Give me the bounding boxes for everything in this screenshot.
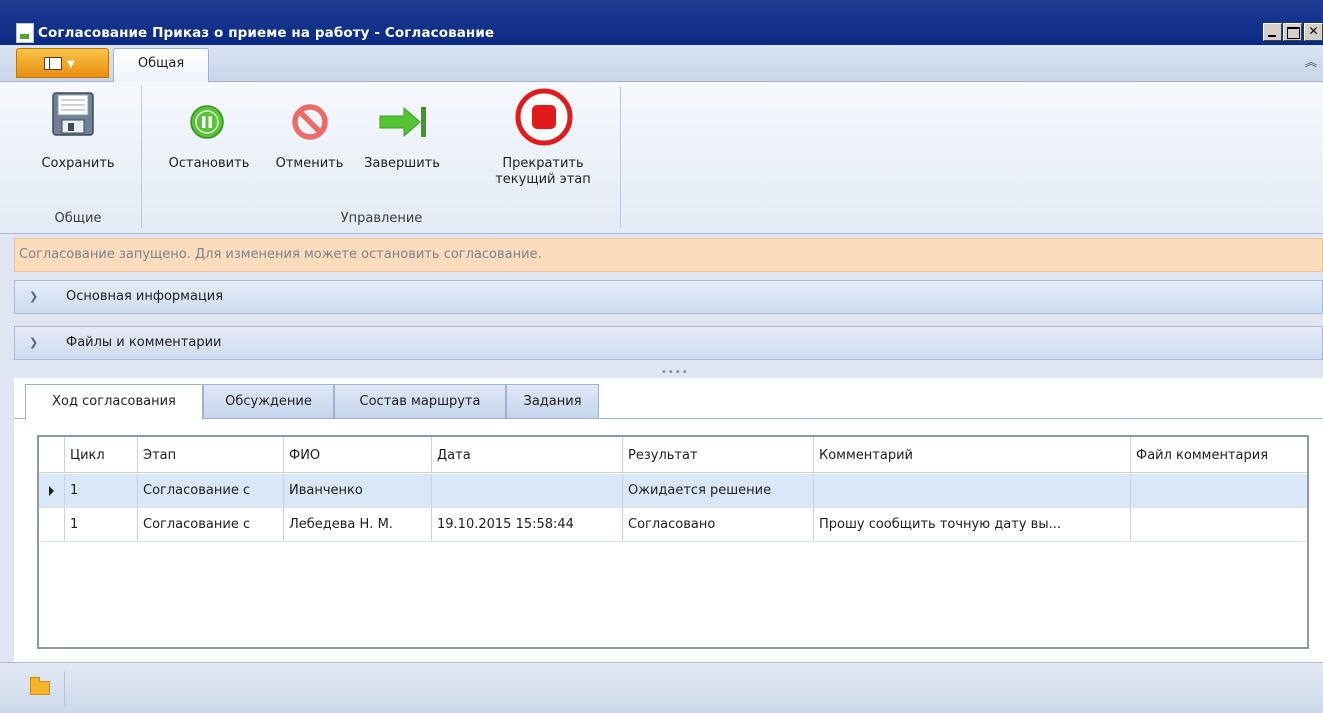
pause-icon	[190, 105, 224, 139]
minimize-button[interactable]	[1263, 23, 1282, 41]
stop-button[interactable]: Остановить	[154, 82, 264, 202]
approval-grid[interactable]: Цикл Этап ФИО Дата Результат Комментарий…	[37, 435, 1309, 649]
cell-date: 19.10.2015 15:58:44	[432, 508, 623, 541]
cell-stage: Согласование с	[138, 474, 284, 507]
row-indicator	[39, 474, 65, 507]
arrow-to-end-icon	[379, 106, 426, 138]
ribbon-group-general: Сохранить Общие	[14, 82, 142, 232]
finish-button[interactable]: Завершить	[354, 82, 450, 202]
group-label-general: Общие	[54, 211, 102, 226]
column-header-result[interactable]: Результат	[623, 437, 814, 472]
panel-files-comments[interactable]: ❯ Файлы и комментарии	[14, 326, 1323, 360]
terminate-stage-button[interactable]: Прекратить текущий этап	[484, 82, 602, 202]
cell-result: Согласовано	[623, 508, 814, 541]
stop-circle-icon	[515, 88, 573, 146]
close-button[interactable]: ✕	[1304, 23, 1323, 41]
stop-label: Остановить	[168, 156, 250, 171]
group-separator	[620, 86, 621, 228]
chevron-down-icon: ❯	[29, 290, 39, 303]
table-row[interactable]: 1 Согласование с Иванченко Ожидается реш…	[39, 474, 1307, 508]
status-bar	[0, 662, 1323, 713]
terminate-label-line2: текущий этап	[495, 172, 591, 187]
collapse-ribbon-icon[interactable]: ︽	[1305, 53, 1319, 69]
document-app-icon	[16, 23, 34, 43]
save-button[interactable]: Сохранить	[14, 82, 142, 202]
cell-result: Ожидается решение	[623, 474, 814, 507]
cell-comment-file	[1131, 474, 1307, 507]
column-header-stage[interactable]: Этап	[138, 437, 284, 472]
cell-name: Иванченко	[284, 474, 432, 507]
column-header-name[interactable]: ФИО	[284, 437, 432, 472]
cell-stage: Согласование с	[138, 508, 284, 541]
column-header-date[interactable]: Дата	[432, 437, 623, 472]
cell-cycle: 1	[65, 474, 138, 507]
application-menu-button[interactable]: ▼	[16, 48, 109, 78]
window-title-bar[interactable]: Согласование Приказ о приеме на работу -…	[0, 0, 1323, 45]
column-header-comment[interactable]: Комментарий	[814, 437, 1131, 472]
ribbon-panel: Сохранить Общие Остановить Отменить Заве…	[0, 82, 1323, 234]
layout-icon	[44, 57, 62, 70]
cell-comment	[814, 474, 1131, 507]
status-separator	[64, 671, 65, 707]
finish-label: Завершить	[364, 156, 440, 171]
cell-date	[432, 474, 623, 507]
column-header-comment-file[interactable]: Файл комментария	[1131, 437, 1307, 472]
tab-route[interactable]: Состав маршрута	[334, 384, 506, 419]
floppy-disk-icon	[52, 92, 94, 136]
prohibited-icon	[292, 104, 328, 140]
cell-comment-file	[1131, 508, 1307, 541]
tab-tasks[interactable]: Задания	[506, 384, 599, 419]
chevron-down-icon: ❯	[29, 336, 39, 349]
panel-main-info[interactable]: ❯ Основная информация	[14, 280, 1323, 314]
chevron-down-icon: ▼	[67, 59, 75, 70]
cell-name: Лебедева Н. М.	[284, 508, 432, 541]
terminate-label-line1: Прекратить	[502, 156, 584, 171]
grid-header: Цикл Этап ФИО Дата Результат Комментарий…	[39, 437, 1307, 473]
cell-comment: Прошу сообщить точную дату вы...	[814, 508, 1131, 541]
status-message-bar: Согласование запущено. Для изменения мож…	[14, 238, 1323, 272]
column-header-cycle[interactable]: Цикл	[65, 437, 138, 472]
row-indicator	[39, 508, 65, 541]
ribbon-group-control: Остановить Отменить Завершить Прекратить…	[142, 82, 621, 232]
cell-cycle: 1	[65, 508, 138, 541]
tab-general[interactable]: Общая	[113, 48, 209, 83]
splitter-handle[interactable]: ••••	[661, 368, 688, 378]
save-label: Сохранить	[41, 156, 115, 171]
cancel-button[interactable]: Отменить	[267, 82, 352, 202]
cancel-label: Отменить	[275, 156, 344, 171]
window-title: Согласование Приказ о приеме на работу -…	[38, 25, 495, 41]
current-row-arrow-icon	[49, 486, 54, 496]
tab-discussion[interactable]: Обсуждение	[203, 384, 334, 419]
folder-icon[interactable]	[30, 677, 50, 695]
panel-files-comments-label: Файлы и комментарии	[66, 335, 222, 350]
maximize-button[interactable]	[1283, 23, 1302, 41]
tab-progress[interactable]: Ход согласования	[25, 384, 203, 420]
row-indicator-header	[39, 437, 65, 472]
table-row[interactable]: 1 Согласование с Лебедева Н. М. 19.10.20…	[39, 508, 1307, 542]
group-label-control: Управление	[340, 211, 423, 226]
panel-main-info-label: Основная информация	[66, 289, 224, 304]
